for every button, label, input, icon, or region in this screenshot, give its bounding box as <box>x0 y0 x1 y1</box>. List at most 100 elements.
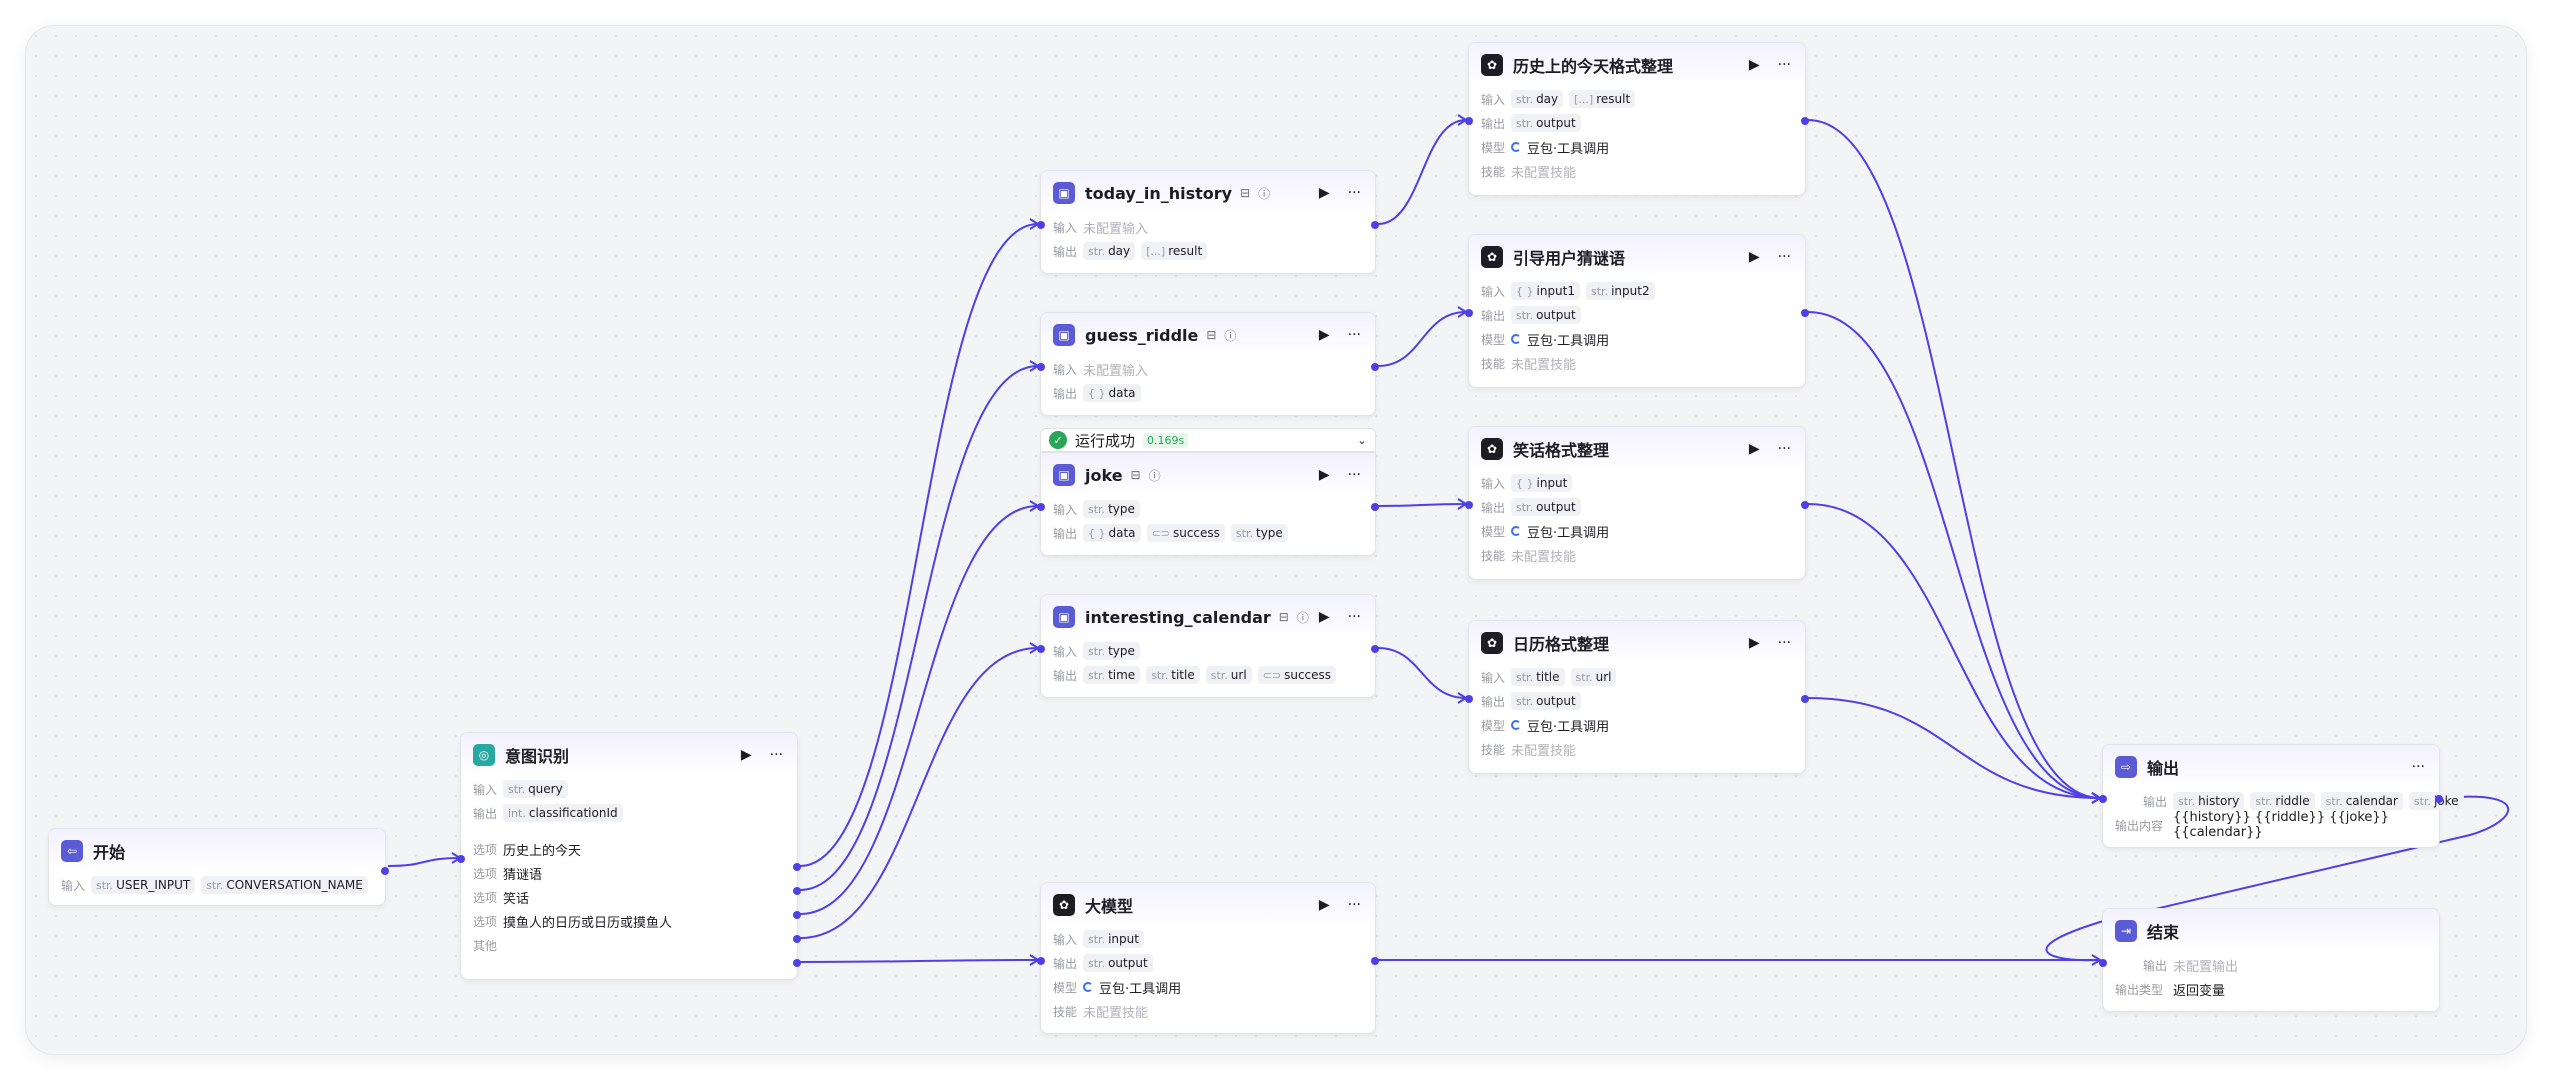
option-label: 选项 <box>473 842 498 857</box>
play-icon[interactable]: ▶ <box>1749 57 1760 73</box>
end-icon: ⇥ <box>2115 920 2137 942</box>
output-port[interactable] <box>2435 795 2443 803</box>
output-port[interactable] <box>1371 957 1379 965</box>
more-icon[interactable]: ··· <box>2412 759 2425 775</box>
input-port[interactable] <box>1037 503 1045 511</box>
intent-node[interactable]: ◎ 意图识别 ▶ ··· 输入 str. query 输出 int. classifi… <box>457 732 801 980</box>
type-label: 输出类型 <box>2115 982 2164 997</box>
more-icon[interactable]: ··· <box>1778 635 1791 651</box>
joke-format-node[interactable]: ✿ 笑话格式整理 ▶ ··· 输入 { } input 输出 str. output … <box>1465 426 1809 580</box>
output-port[interactable] <box>1371 363 1379 371</box>
llm-icon: ✿ <box>1481 246 1503 268</box>
joke-node[interactable]: ▣ joke ⊟ ⓘ ▶ ··· 输入 str. type 输出 { } data ⊂⊃… <box>1037 452 1379 556</box>
output-port[interactable] <box>1801 695 1809 703</box>
option-label: 选项 <box>473 914 498 929</box>
play-icon[interactable]: ▶ <box>1319 467 1330 483</box>
var-tag: str. input <box>1083 930 1144 948</box>
input-port[interactable] <box>1465 695 1473 703</box>
info-icon[interactable]: ⓘ <box>1224 327 1236 344</box>
llm-node[interactable]: ✿ 大模型 ▶ ··· 输入 str. input 输出 str. output 模型… <box>1037 882 1379 1034</box>
option-port[interactable] <box>793 911 801 919</box>
chevron-down-icon[interactable]: ⌄ <box>1357 433 1367 447</box>
more-icon[interactable]: ··· <box>1778 57 1791 73</box>
option-port[interactable] <box>793 959 801 967</box>
lock-icon: ⊟ <box>1206 328 1217 342</box>
play-icon[interactable]: ▶ <box>1749 249 1760 265</box>
start-node[interactable]: ⇦ 开始 输入 str. USER_INPUT str. CONVERSATION_… <box>48 828 389 906</box>
output-port[interactable] <box>1801 501 1809 509</box>
history-format-node[interactable]: ✿ 历史上的今天格式整理 ▶ ··· 输入 str. day [...] result… <box>1465 42 1809 196</box>
more-icon[interactable]: ··· <box>1348 609 1361 625</box>
model-name: 豆包·工具调用 <box>1527 333 1610 349</box>
riddle-format-node[interactable]: ✿ 引导用户猜谜语 ▶ ··· 输入 { } input1 str. input2 输… <box>1465 234 1809 388</box>
lock-icon: ⊟ <box>1130 468 1141 482</box>
more-icon[interactable]: ··· <box>1348 327 1361 343</box>
model-icon <box>1083 982 1093 992</box>
play-icon[interactable]: ▶ <box>1319 327 1330 343</box>
model-label: 模型 <box>1481 524 1506 539</box>
input-label: 输入 <box>1053 644 1078 659</box>
option-port[interactable] <box>793 863 801 871</box>
play-icon[interactable]: ▶ <box>1749 635 1760 651</box>
output-port[interactable] <box>1801 117 1809 125</box>
option-item: 笑话 <box>503 891 530 907</box>
input-label: 输入 <box>61 878 86 893</box>
var-tag: str. output <box>1511 114 1581 132</box>
lock-icon: ⊟ <box>1278 610 1289 624</box>
option-port[interactable] <box>793 935 801 943</box>
more-icon[interactable]: ··· <box>1348 185 1361 201</box>
model-icon <box>1511 720 1521 730</box>
input-port[interactable] <box>2099 959 2107 967</box>
var-tag: str. CONVERSATION_NAME <box>201 876 368 894</box>
skill-label: 技能 <box>1481 356 1506 371</box>
input-port[interactable] <box>1037 221 1045 229</box>
skill-label: 技能 <box>1481 742 1506 757</box>
model-icon <box>1511 526 1521 536</box>
input-port[interactable] <box>1037 957 1045 965</box>
input-label: 输入 <box>1053 502 1078 517</box>
output-port[interactable] <box>1371 503 1379 511</box>
skill-empty: 未配置技能 <box>1511 743 1577 759</box>
output-port[interactable] <box>1801 309 1809 317</box>
more-icon[interactable]: ··· <box>1778 249 1791 265</box>
play-icon[interactable]: ▶ <box>1319 185 1330 201</box>
output-port[interactable] <box>1371 221 1379 229</box>
run-status-bar[interactable]: ✓ 运行成功 0.169s ⌄ <box>1040 428 1376 452</box>
var-tag: ⊂⊃ success <box>1257 666 1337 684</box>
today-in-history-node[interactable]: ▣ today_in_history ⊟ ⓘ ▶ ··· 输入 未配置输入 输出 st… <box>1037 170 1379 274</box>
llm-icon: ✿ <box>1481 632 1503 654</box>
guess-riddle-node[interactable]: ▣ guess_riddle ⊟ ⓘ ▶ ··· 输入 未配置输入 输出 { } dat… <box>1037 312 1379 416</box>
input-port[interactable] <box>1465 501 1473 509</box>
output-port[interactable] <box>381 867 389 875</box>
input-port[interactable] <box>2099 795 2107 803</box>
more-icon[interactable]: ··· <box>1778 441 1791 457</box>
play-icon[interactable]: ▶ <box>1319 609 1330 625</box>
play-icon[interactable]: ▶ <box>741 747 752 763</box>
option-label: 选项 <box>473 866 498 881</box>
output-type: 返回变量 <box>2173 983 2226 999</box>
output-port[interactable] <box>1371 645 1379 653</box>
input-port[interactable] <box>1465 117 1473 125</box>
input-port[interactable] <box>1037 363 1045 371</box>
skill-label: 技能 <box>1481 164 1506 179</box>
calendar-format-node[interactable]: ✿ 日历格式整理 ▶ ··· 输入 str. title str. url 输出 st… <box>1465 620 1809 774</box>
play-icon[interactable]: ▶ <box>1319 897 1330 913</box>
plugin-icon: ▣ <box>1053 464 1075 486</box>
var-tag: { } input1 <box>1511 282 1581 300</box>
play-icon[interactable]: ▶ <box>1749 441 1760 457</box>
option-port[interactable] <box>793 887 801 895</box>
input-port[interactable] <box>1465 309 1473 317</box>
output-node[interactable]: ⇨ 输出 ··· 输出 str. history str. riddle str. c… <box>2099 744 2464 848</box>
info-icon[interactable]: ⓘ <box>1149 467 1161 484</box>
var-tag: str. output <box>1083 954 1153 972</box>
info-icon[interactable]: ⓘ <box>1297 609 1309 626</box>
more-icon[interactable]: ··· <box>1348 897 1361 913</box>
node-title: 引导用户猜谜语 <box>1513 249 1626 268</box>
interesting-calendar-node[interactable]: ▣ interesting_calendar ⊟ ⓘ ▶ ··· 输入 str. ty… <box>1037 594 1379 698</box>
input-port[interactable] <box>1037 645 1045 653</box>
end-node[interactable]: ⇥ 结束 输出 未配置输出 输出类型 返回变量 <box>2099 908 2440 1012</box>
input-port[interactable] <box>457 855 465 863</box>
more-icon[interactable]: ··· <box>770 747 783 763</box>
info-icon[interactable]: ⓘ <box>1258 185 1270 202</box>
more-icon[interactable]: ··· <box>1348 467 1361 483</box>
